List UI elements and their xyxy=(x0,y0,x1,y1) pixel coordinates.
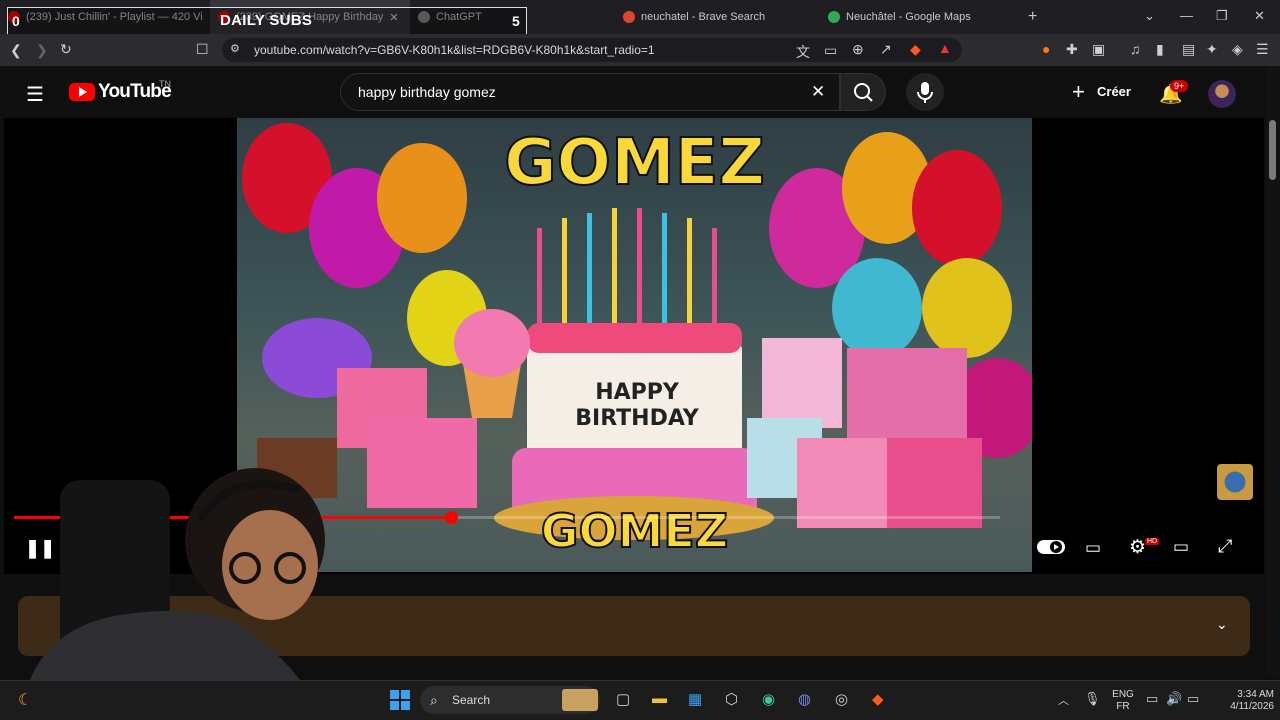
media-icon[interactable]: ♫ xyxy=(1130,41,1141,57)
create-button[interactable]: + Créer xyxy=(1068,74,1136,110)
webcam-overlay xyxy=(20,468,325,720)
brave-browser-icon[interactable]: ◆ xyxy=(872,690,884,708)
wallet-icon[interactable]: ▤ xyxy=(1182,41,1195,58)
sidebar-icon[interactable]: ▣ xyxy=(1092,41,1105,58)
taskbar-search-label: Search xyxy=(452,693,491,707)
brave-favicon-icon xyxy=(623,11,635,23)
brave-shields-icon[interactable]: ◆ xyxy=(910,41,921,58)
microphone-tray-icon[interactable]: 🎙 xyxy=(1084,691,1101,707)
video-title-bottom: GOMEZ xyxy=(540,503,729,559)
chevron-down-icon[interactable]: ⌄ xyxy=(1216,616,1228,633)
store-icon[interactable]: ▦ xyxy=(688,690,702,708)
cake-text-line-2: BIRTHDAY xyxy=(575,406,699,431)
clear-search-icon[interactable]: ✕ xyxy=(811,82,825,102)
overlay-right-count: 5 xyxy=(512,13,520,29)
tab-brave-search[interactable]: neuchatel - Brave Search xyxy=(615,0,820,34)
cake-text-line-1: HAPPY xyxy=(595,380,679,405)
battery-icon[interactable]: ▭ xyxy=(1187,691,1199,707)
new-tab-button[interactable]: + xyxy=(1020,0,1060,34)
tab-google-maps[interactable]: Neuchâtel - Google Maps xyxy=(820,0,1020,34)
bookmark-icon[interactable]: ☐ xyxy=(196,41,209,58)
edge-icon[interactable]: ◉ xyxy=(762,690,775,708)
theater-mode-icon[interactable]: ▭ xyxy=(1173,537,1189,557)
notification-badge: 9+ xyxy=(1170,80,1189,92)
language-secondary: FR xyxy=(1116,701,1130,712)
settings-gear-icon[interactable]: ⚙ xyxy=(1129,536,1146,559)
windows-start-icon[interactable] xyxy=(390,690,410,710)
speaker-icon[interactable]: 🔊 xyxy=(1166,691,1182,707)
microphone-icon xyxy=(917,82,933,103)
overlay-title: DAILY SUBS xyxy=(220,12,313,29)
cake-text: HAPPY BIRTHDAY xyxy=(572,380,702,432)
tray-overflow-icon[interactable]: ︿ xyxy=(1058,692,1069,708)
zoom-icon[interactable]: ⊕ xyxy=(852,41,864,58)
region-code: TN xyxy=(159,79,171,89)
video-frame[interactable]: GOMEZ HAPPY BIRTHDAY GOMEZ xyxy=(237,118,1032,572)
plus-icon: + xyxy=(1072,79,1085,104)
tab-title: Neuchâtel - Google Maps xyxy=(846,11,971,23)
subtitles-icon[interactable]: ▭ xyxy=(1085,538,1101,558)
search-input[interactable]: happy birthday gomez xyxy=(340,73,840,111)
tab-title: neuchatel - Brave Search xyxy=(641,11,766,23)
brave-rewards-icon[interactable]: ▲ xyxy=(938,40,952,56)
hamburger-menu-icon[interactable]: ☰ xyxy=(26,82,44,107)
create-label: Créer xyxy=(1097,84,1131,99)
hd-badge: HD xyxy=(1145,538,1160,545)
search-highlight-image[interactable] xyxy=(562,689,598,711)
file-explorer-icon[interactable]: ▬ xyxy=(652,690,667,707)
weather-moon-icon[interactable]: ☾ xyxy=(18,690,32,710)
extension-icon[interactable]: ● xyxy=(1042,41,1050,57)
maps-favicon-icon xyxy=(828,11,840,23)
app-icon[interactable]: ⬡ xyxy=(725,690,738,708)
search-icon xyxy=(854,83,873,102)
vpn-icon[interactable]: ◈ xyxy=(1232,41,1243,58)
reload-icon[interactable]: ↻ xyxy=(60,41,72,58)
address-bar[interactable]: youtube.com/watch?v=GB6V-K80h1k&list=RDG… xyxy=(222,38,962,62)
overlay-left-count: 0 xyxy=(12,13,20,29)
cast-icon[interactable]: ▭ xyxy=(824,42,837,59)
discord-icon[interactable]: ◍ xyxy=(798,690,811,708)
scrubber-handle[interactable] xyxy=(444,511,458,524)
leo-ai-icon[interactable]: ✦ xyxy=(1206,41,1218,58)
search-button[interactable] xyxy=(840,73,886,111)
language-indicator[interactable]: ENG FR xyxy=(1108,689,1138,713)
obs-icon[interactable]: ◎ xyxy=(835,690,848,708)
reading-view-icon[interactable]: ▮ xyxy=(1156,41,1164,58)
fullscreen-icon[interactable]: ⤢ xyxy=(1218,536,1232,557)
clock-date: 4/11/2026 xyxy=(1230,701,1274,712)
clock[interactable]: 3:34 AM 4/11/2026 xyxy=(1212,689,1274,713)
scrollbar-thumb[interactable] xyxy=(1269,120,1276,180)
share-icon[interactable]: ↗ xyxy=(880,41,892,58)
language-primary: ENG xyxy=(1112,689,1134,700)
clock-time: 3:34 AM xyxy=(1237,689,1274,700)
play-triangle-icon xyxy=(79,87,87,97)
voice-search-button[interactable] xyxy=(906,73,944,111)
menu-icon[interactable]: ☰ xyxy=(1256,41,1269,58)
new-tab-label: + xyxy=(1028,8,1038,25)
forward-icon[interactable]: ❯ xyxy=(36,42,48,59)
minimize-icon[interactable]: — xyxy=(1180,8,1193,23)
back-icon[interactable]: ❮ xyxy=(10,42,22,59)
video-title-top: GOMEZ xyxy=(503,125,766,201)
tab-search-icon[interactable]: ⌄ xyxy=(1144,8,1155,24)
toggle-icon xyxy=(1037,540,1065,554)
site-info-icon[interactable]: ⚙ xyxy=(230,42,240,55)
autoplay-toggle[interactable] xyxy=(1036,538,1066,561)
network-icon[interactable]: ▭ xyxy=(1146,691,1158,707)
translate-icon[interactable]: 文 xyxy=(796,42,810,62)
extensions-puzzle-icon[interactable]: ✚ xyxy=(1066,41,1078,58)
task-view-icon[interactable]: ▢ xyxy=(616,690,630,708)
maximize-icon[interactable]: ❐ xyxy=(1216,8,1228,24)
search-icon: ⌕ xyxy=(430,692,438,708)
channel-watermark[interactable] xyxy=(1217,464,1253,500)
user-avatar[interactable] xyxy=(1208,80,1236,108)
close-window-icon[interactable]: ✕ xyxy=(1254,8,1265,24)
